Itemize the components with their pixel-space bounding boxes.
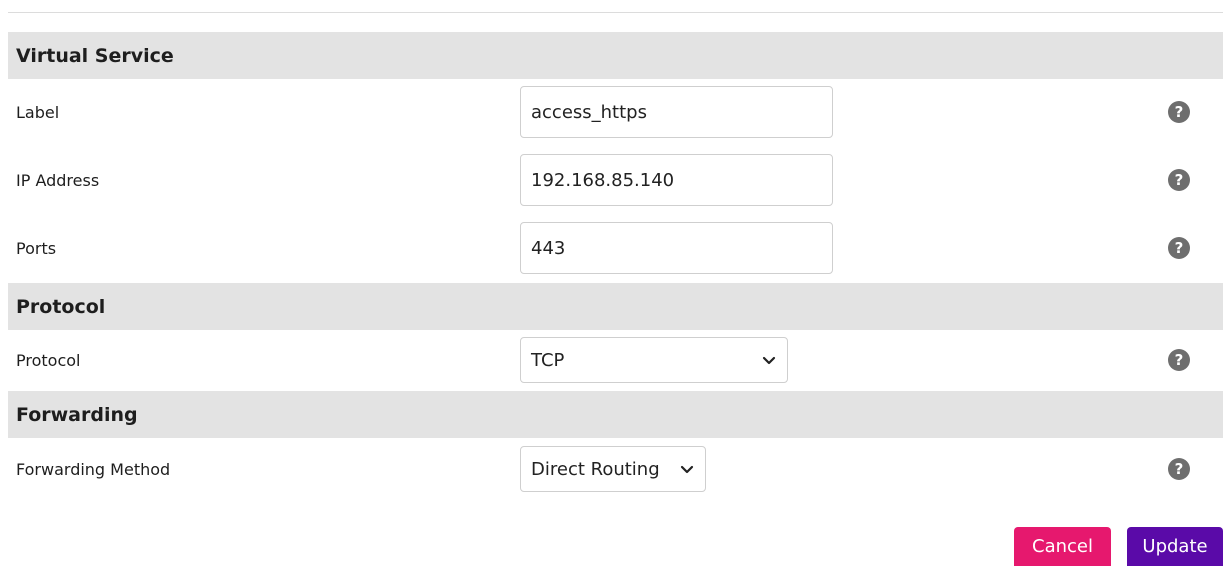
field-label: Ports (16, 239, 57, 258)
forwarding-method-select[interactable]: Direct Routing (520, 446, 706, 492)
field-label: IP Address (16, 171, 100, 190)
label-input[interactable] (520, 86, 833, 138)
cancel-button[interactable]: Cancel (1014, 527, 1111, 566)
form-row-ip-address: IP Address ? (8, 154, 1223, 206)
section-title: Virtual Service (16, 44, 174, 67)
top-divider (8, 12, 1223, 13)
form-row-forwarding-method: Forwarding Method Direct Routing ? (8, 446, 1223, 492)
section-header-virtual-service: Virtual Service (8, 32, 1223, 79)
section-title: Protocol (16, 295, 106, 318)
chevron-down-icon (762, 356, 776, 365)
chevron-down-icon (680, 465, 694, 474)
section-header-forwarding: Forwarding (8, 391, 1223, 438)
help-icon[interactable]: ? (1168, 349, 1190, 371)
help-icon[interactable]: ? (1168, 458, 1190, 480)
help-icon[interactable]: ? (1168, 101, 1190, 123)
selected-value: TCP (531, 349, 565, 371)
field-label: Label (16, 103, 60, 122)
field-label: Protocol (16, 351, 81, 370)
form-row-ports: Ports ? (8, 222, 1223, 274)
section-header-protocol: Protocol (8, 283, 1223, 330)
field-label: Forwarding Method (16, 460, 171, 479)
section-title: Forwarding (16, 403, 138, 426)
ip-address-input[interactable] (520, 154, 833, 206)
ports-input[interactable] (520, 222, 833, 274)
update-button[interactable]: Update (1127, 527, 1223, 566)
form-row-label: Label ? (8, 86, 1223, 138)
help-icon[interactable]: ? (1168, 169, 1190, 191)
protocol-select[interactable]: TCP (520, 337, 788, 383)
help-icon[interactable]: ? (1168, 237, 1190, 259)
selected-value: Direct Routing (531, 458, 660, 480)
form-row-protocol: Protocol TCP ? (8, 337, 1223, 383)
